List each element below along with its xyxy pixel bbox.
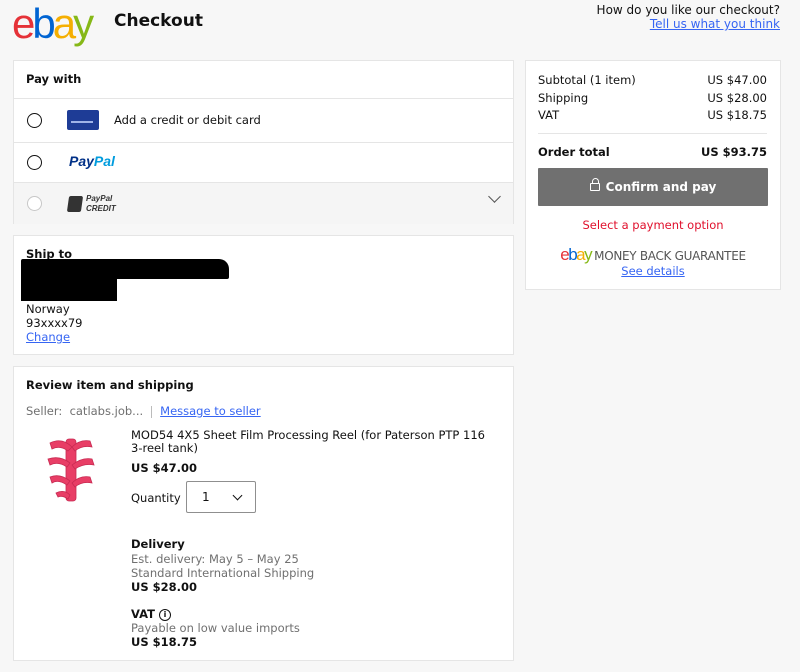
- review-item-section: Review item and shipping Seller: catlabs…: [13, 366, 514, 661]
- header: ebay Checkout How do you like our checko…: [0, 0, 800, 50]
- review-title: Review item and shipping: [26, 378, 194, 392]
- vat-title-row: VAT i: [131, 607, 171, 621]
- feedback-question: How do you like our checkout?: [596, 3, 780, 17]
- item-title[interactable]: MOD54 4X5 Sheet Film Processing Reel (fo…: [131, 429, 491, 455]
- chevron-down-icon[interactable]: [488, 190, 501, 203]
- quantity-label: Quantity: [131, 491, 181, 505]
- ship-country: Norway: [26, 302, 70, 316]
- subtotal-row: Subtotal (1 item) US $47.00: [538, 73, 767, 87]
- vat-note: Payable on low value imports: [131, 621, 300, 635]
- card-radio[interactable]: [27, 113, 42, 128]
- paypal-mark-icon: [66, 196, 84, 212]
- pay-with-section: Pay with Add a credit or debit card PayP…: [13, 60, 514, 224]
- shipping-row: Shipping US $28.00: [538, 91, 767, 105]
- payment-option-card[interactable]: Add a credit or debit card: [14, 98, 513, 142]
- shipping-value: US $28.00: [707, 91, 767, 105]
- paypal-credit-logo: PayPal CREDIT: [66, 194, 122, 214]
- vat-row: VAT US $18.75: [538, 108, 767, 122]
- vat-value: US $18.75: [707, 108, 767, 122]
- order-total-row: Order total US $93.75: [538, 145, 767, 159]
- ebay-logo[interactable]: ebay: [12, 2, 94, 46]
- ship-phone: 93xxxx79: [26, 316, 83, 330]
- paypal-logo: PayPal: [69, 153, 115, 169]
- delivery-estimate: Est. delivery: May 5 – May 25: [131, 552, 299, 566]
- credit-card-icon: [67, 110, 99, 130]
- card-option-label: Add a credit or debit card: [114, 113, 261, 127]
- paypal-radio[interactable]: [27, 155, 42, 170]
- seller-info: Seller: catlabs.job... Message to seller: [26, 404, 261, 418]
- see-details-link[interactable]: See details: [621, 264, 684, 278]
- vat-price: US $18.75: [131, 635, 198, 649]
- delivery-method: Standard International Shipping: [131, 566, 315, 580]
- page-title: Checkout: [114, 11, 203, 31]
- delivery-title: Delivery: [131, 537, 185, 551]
- paypal-logo-text: PayPal: [69, 153, 115, 169]
- message-seller-link[interactable]: Message to seller: [160, 404, 261, 418]
- change-address-link[interactable]: Change: [26, 330, 70, 344]
- seller-name: catlabs.job...: [69, 404, 144, 418]
- item-thumbnail[interactable]: [42, 433, 100, 507]
- chevron-down-icon: [232, 490, 243, 501]
- divider: [151, 405, 153, 418]
- ebay-logo: ebay: [560, 245, 592, 264]
- paypal-credit-radio[interactable]: [27, 196, 42, 211]
- subtotal-value: US $47.00: [707, 73, 767, 87]
- quantity-value: 1: [202, 490, 210, 504]
- quantity-select[interactable]: 1: [186, 481, 256, 513]
- feedback-link[interactable]: Tell us what you think: [597, 17, 780, 31]
- payment-option-paypal[interactable]: PayPal: [14, 142, 513, 182]
- info-icon[interactable]: i: [158, 608, 171, 621]
- vat-title: VAT: [131, 607, 155, 621]
- order-summary: Subtotal (1 item) US $47.00 Shipping US …: [525, 60, 781, 290]
- redacted-address-line2: [21, 276, 117, 301]
- see-details-wrap: See details: [526, 264, 780, 278]
- order-total-value: US $93.75: [700, 145, 767, 159]
- ship-to-section: Ship to Norway 93xxxx79 Change: [13, 235, 514, 355]
- delivery-price: US $28.00: [131, 580, 198, 594]
- money-back-guarantee: ebay MONEY BACK GUARANTEE: [560, 245, 746, 264]
- pay-with-title: Pay with: [26, 72, 82, 86]
- feedback-prompt: How do you like our checkout? Tell us wh…: [597, 3, 780, 31]
- item-price: US $47.00: [131, 461, 198, 475]
- confirm-and-pay-button[interactable]: Confirm and pay: [538, 168, 768, 206]
- divider: [538, 133, 767, 134]
- payment-option-paypal-credit[interactable]: PayPal CREDIT: [14, 182, 513, 224]
- lock-icon: [589, 177, 600, 191]
- payment-error-message: Select a payment option: [582, 218, 724, 232]
